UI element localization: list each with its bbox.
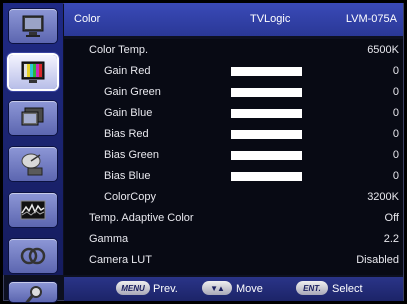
menu-row-label: Bias Green [104,149,160,161]
brand-name: TVLogic [250,13,291,25]
color-bars-icon [21,61,45,83]
menu-row[interactable]: Gamma 2.2 [64,229,403,250]
sidebar-item-monitor[interactable] [9,9,57,43]
menu-row[interactable]: Color Temp. 6500K [64,40,403,61]
menu-row[interactable]: Gain Blue 0 [64,103,403,124]
menu-row-label: Gain Green [104,86,161,98]
monitor-icon [22,15,44,37]
menu-row-label: Camera LUT [89,254,152,266]
display-setup-icon [21,107,44,126]
menu-row-label: Gain Red [104,65,151,77]
satellite-dish-icon [21,153,43,176]
menu-row-value: 2.2 [383,233,399,245]
menu-key-badge: MENU [116,281,150,295]
menu-row-label: Gamma [89,233,129,245]
menu-row-label: Gain Blue [104,107,153,119]
header-bar: Color TVLogic LVM-075A [64,3,403,36]
tool-icon [25,286,42,302]
menu-row[interactable]: Bias Green 0 [64,145,403,166]
menu-row-value: 6500K [367,44,399,56]
menu-row[interactable]: Gain Green 0 [64,82,403,103]
sidebar-item-tool[interactable] [9,282,57,302]
menu-row[interactable]: ColorCopy 3200K [64,187,403,208]
sidebar [3,3,63,275]
enter-key-badge: ENT. [296,281,328,295]
menu-row-label: ColorCopy [104,191,156,203]
level-bar-fill [231,130,302,139]
level-bar-fill [231,151,302,160]
level-bar[interactable] [231,151,302,160]
level-bar-fill [231,67,302,76]
sidebar-item-marker[interactable] [9,239,57,273]
sidebar-item-display[interactable] [9,101,57,135]
sidebar-item-waveform[interactable] [9,193,57,227]
level-bar[interactable] [231,172,302,181]
menu-row-label: Bias Blue [104,170,151,182]
level-bar[interactable] [231,130,302,139]
waveform-icon [20,200,46,220]
menu-row-label: Color Temp. [89,44,149,56]
menu-row[interactable]: Gain Red 0 [64,61,403,82]
footer-help-bar: MENU Prev. ▼▲ Move ENT. Select [64,277,403,301]
level-bar[interactable] [231,67,302,76]
menu-row-value: 3200K [367,191,399,203]
level-bar-fill [231,109,302,118]
menu-row-value: 0 [392,65,399,77]
menu-row[interactable]: Temp. Adaptive Color Off [64,208,403,229]
menu-row-value: 0 [392,128,399,140]
level-bar-fill [231,172,302,181]
menu-row[interactable]: Bias Blue 0 [64,166,403,187]
move-key-badge: ▼▲ [202,281,232,295]
menu-row-value: 0 [392,107,399,119]
menu-row[interactable]: Bias Red 0 [64,124,403,145]
select-label: Select [332,283,363,295]
menu-row[interactable]: Camera LUT Disabled [64,250,403,271]
menu-row-value: Off [384,212,399,224]
level-bar-fill [231,88,302,97]
menu-row-value: 0 [392,86,399,98]
prev-label: Prev. [153,283,178,295]
menu-row-value: Disabled [356,254,399,266]
model-name: LVM-075A [345,13,397,25]
menu-row-value: 0 [392,149,399,161]
menu-list: Color Temp. 6500K Gain Red 0 Gain Green 0 Gain… [64,39,403,275]
level-bar[interactable] [231,88,302,97]
sidebar-item-input[interactable] [9,147,57,181]
menu-row-label: Temp. Adaptive Color [89,212,194,224]
move-label: Move [236,283,263,295]
menu-title: Color [74,13,101,25]
menu-row-label: Bias Red [104,128,149,140]
marker-icon [20,247,46,265]
level-bar[interactable] [231,109,302,118]
sidebar-item-color[interactable] [9,55,57,89]
menu-row-value: 0 [392,170,399,182]
